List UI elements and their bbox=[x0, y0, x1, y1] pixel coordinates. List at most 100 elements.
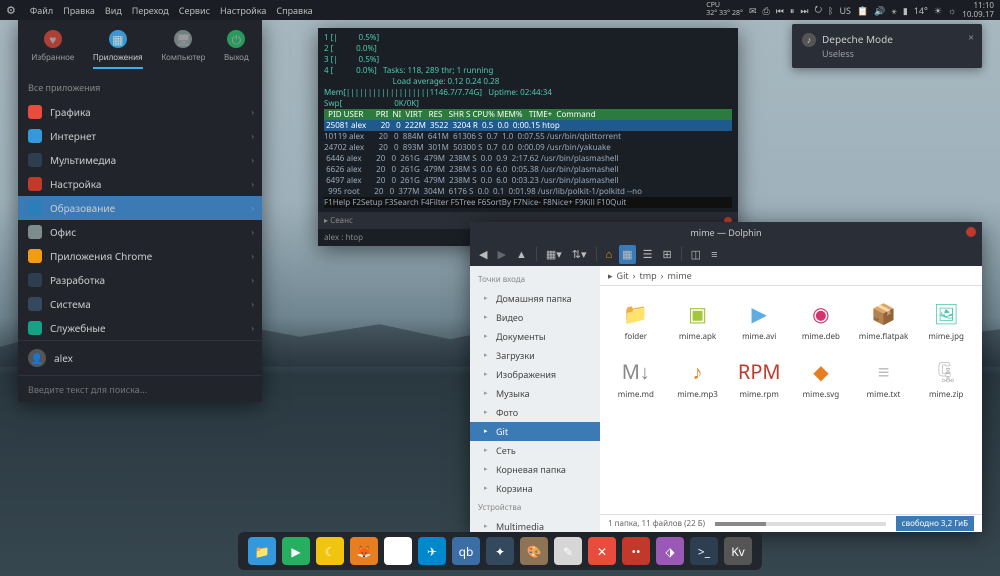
place-Фото[interactable]: Фото bbox=[470, 403, 600, 422]
dock-item[interactable]: Kv bbox=[724, 537, 752, 565]
place-Домашняя папка[interactable]: Домашняя папка bbox=[470, 289, 600, 308]
tray-clipboard-icon[interactable]: 📋 bbox=[857, 4, 868, 17]
menu-Сервис[interactable]: Сервис bbox=[179, 4, 210, 17]
tray-layout-label[interactable]: US bbox=[839, 4, 851, 17]
dock-item[interactable]: 🎨 bbox=[520, 537, 548, 565]
category-Мультимедиа[interactable]: Мультимедиа› bbox=[18, 148, 262, 172]
file-mime.mp3[interactable]: ♪mime.mp3 bbox=[670, 352, 726, 404]
clock[interactable]: 11:1010.09.17 bbox=[962, 1, 994, 19]
tray-network-icon[interactable]: ⚹ bbox=[891, 4, 896, 17]
terminal-window: 1 [| 0.5%] 2 [ 0.0%] 3 [| 0.5%] 4 [ 0.0%… bbox=[318, 28, 738, 246]
category-Приложения Chrome[interactable]: Приложения Chrome› bbox=[18, 244, 262, 268]
tray-updates-icon[interactable]: ⭮ bbox=[814, 2, 822, 18]
tray-brightness-icon[interactable]: ☼ bbox=[948, 4, 956, 17]
category-Настройка[interactable]: Настройка› bbox=[18, 172, 262, 196]
file-mime.jpg[interactable]: 🖼mime.jpg bbox=[918, 294, 974, 346]
tray-bluetooth-icon[interactable]: ᛒ bbox=[828, 4, 833, 17]
up-icon[interactable]: ▲ bbox=[513, 245, 530, 264]
close-icon[interactable] bbox=[966, 227, 976, 237]
menu-Правка[interactable]: Правка bbox=[63, 4, 95, 17]
notif-subtitle: Useless bbox=[802, 47, 972, 60]
menu-Файл[interactable]: Файл bbox=[30, 4, 53, 17]
launcher-tab-Выход[interactable]: ⏻Выход bbox=[224, 30, 249, 69]
tray-next-icon[interactable]: ⏭ bbox=[800, 4, 808, 17]
tray-battery-icon[interactable]: ▮ bbox=[903, 4, 908, 17]
category-Интернет[interactable]: Интернет› bbox=[18, 124, 262, 148]
file-mime.rpm[interactable]: RPMmime.rpm bbox=[731, 352, 787, 404]
file-mime.deb[interactable]: ◉mime.deb bbox=[793, 294, 849, 346]
place-Корневая папка[interactable]: Корневая папка bbox=[470, 460, 600, 479]
category-Разработка[interactable]: Разработка› bbox=[18, 268, 262, 292]
dock-item[interactable]: 📁 bbox=[248, 537, 276, 565]
file-mime.zip[interactable]: 🗜mime.zip bbox=[918, 352, 974, 404]
breadcrumb[interactable]: ▸ Git › tmp › mime bbox=[600, 266, 982, 286]
home-icon[interactable]: ⌂ bbox=[603, 245, 616, 264]
dock-item[interactable]: ✦ bbox=[486, 537, 514, 565]
place-Музыка[interactable]: Музыка bbox=[470, 384, 600, 403]
dock-item[interactable]: ☾ bbox=[316, 537, 344, 565]
category-Офис[interactable]: Офис› bbox=[18, 220, 262, 244]
view-list-icon[interactable]: ☰ bbox=[640, 245, 656, 264]
window-titlebar[interactable]: mime — Dolphin bbox=[470, 222, 982, 242]
back-icon[interactable]: ◀ bbox=[476, 245, 490, 264]
close-icon[interactable]: × bbox=[968, 30, 974, 44]
dock-item[interactable]: 🦊 bbox=[350, 537, 378, 565]
dock-item[interactable]: ⬗ bbox=[656, 537, 684, 565]
tray-prev-icon[interactable]: ⏮ bbox=[776, 4, 784, 17]
place-Изображения[interactable]: Изображения bbox=[470, 365, 600, 384]
launcher-tab-Компьютер[interactable]: 🖥Компьютер bbox=[161, 30, 205, 69]
place-Видео[interactable]: Видео bbox=[470, 308, 600, 327]
breadcrumb-home-icon[interactable]: ▸ bbox=[608, 269, 613, 282]
search-input[interactable] bbox=[28, 383, 252, 396]
category-Система[interactable]: Система› bbox=[18, 292, 262, 316]
file-mime.flatpak[interactable]: 📦mime.flatpak bbox=[855, 294, 913, 346]
place-Git[interactable]: Git bbox=[470, 422, 600, 441]
place-Сеть[interactable]: Сеть bbox=[470, 441, 600, 460]
file-mime.svg[interactable]: ◆mime.svg bbox=[793, 352, 849, 404]
tray-mail-icon[interactable]: ✉ bbox=[749, 4, 757, 17]
category-Образование[interactable]: Образование› bbox=[18, 196, 262, 220]
media-notification: × ♪Depeche Mode Useless bbox=[792, 24, 982, 68]
terminal-tab[interactable]: ▸ Сеанс bbox=[324, 215, 353, 226]
dock-item[interactable]: >_ bbox=[690, 537, 718, 565]
dock-item[interactable]: ✕ bbox=[588, 537, 616, 565]
launcher-tab-Избранное[interactable]: ♥Избранное bbox=[31, 30, 74, 69]
file-mime.avi[interactable]: ▶mime.avi bbox=[731, 294, 787, 346]
forward-icon[interactable]: ▶ bbox=[494, 245, 508, 264]
launcher-tab-Приложения[interactable]: ▦Приложения bbox=[93, 30, 143, 69]
dock-item[interactable]: ◉ bbox=[384, 537, 412, 565]
place-Загрузки[interactable]: Загрузки bbox=[470, 346, 600, 365]
place-Корзина[interactable]: Корзина bbox=[470, 479, 600, 498]
device-item[interactable]: Multimedia bbox=[470, 517, 600, 532]
file-mime.txt[interactable]: ≡mime.txt bbox=[855, 352, 913, 404]
menu-Вид[interactable]: Вид bbox=[105, 4, 122, 17]
tray-weather-icon[interactable]: ☀ bbox=[934, 4, 942, 17]
category-Служебные[interactable]: Служебные› bbox=[18, 316, 262, 340]
terminal-output[interactable]: 1 [| 0.5%] 2 [ 0.0%] 3 [| 0.5%] 4 [ 0.0%… bbox=[318, 28, 738, 212]
menu-Справка[interactable]: Справка bbox=[276, 4, 312, 17]
file-mime.apk[interactable]: ▣mime.apk bbox=[670, 294, 726, 346]
tray-temp-label[interactable]: 14° bbox=[914, 4, 928, 17]
dock-item[interactable]: qb bbox=[452, 537, 480, 565]
split-icon[interactable]: ◫ bbox=[688, 245, 704, 264]
sort-icon[interactable]: ⇅▾ bbox=[569, 245, 590, 264]
dock-item[interactable]: •• bbox=[622, 537, 650, 565]
menu-icon[interactable]: ≡ bbox=[708, 245, 720, 264]
category-Графика[interactable]: Графика› bbox=[18, 100, 262, 124]
file-folder[interactable]: 📁folder bbox=[608, 294, 664, 346]
menu-Настройка[interactable]: Настройка bbox=[220, 4, 266, 17]
view-tree-icon[interactable]: ⊞ bbox=[659, 245, 674, 264]
view-grid-icon[interactable]: ▦ bbox=[619, 245, 635, 264]
tray-volume-icon[interactable]: 🔊 bbox=[874, 4, 885, 17]
dock-item[interactable]: ✈ bbox=[418, 537, 446, 565]
tray-play-icon[interactable]: ⏸ bbox=[790, 4, 795, 17]
file-mime.md[interactable]: M↓mime.md bbox=[608, 352, 664, 404]
kde-logo-icon[interactable]: ⚙ bbox=[0, 3, 22, 18]
place-Документы[interactable]: Документы bbox=[470, 327, 600, 346]
dock-item[interactable]: ✎ bbox=[554, 537, 582, 565]
view-icons-icon[interactable]: ▦▾ bbox=[543, 245, 565, 264]
tray-printer-icon[interactable]: ⎙ bbox=[763, 4, 770, 17]
user-row[interactable]: 👤 alex bbox=[18, 340, 262, 375]
dock-item[interactable]: ▶ bbox=[282, 537, 310, 565]
menu-Переход[interactable]: Переход bbox=[132, 4, 169, 17]
